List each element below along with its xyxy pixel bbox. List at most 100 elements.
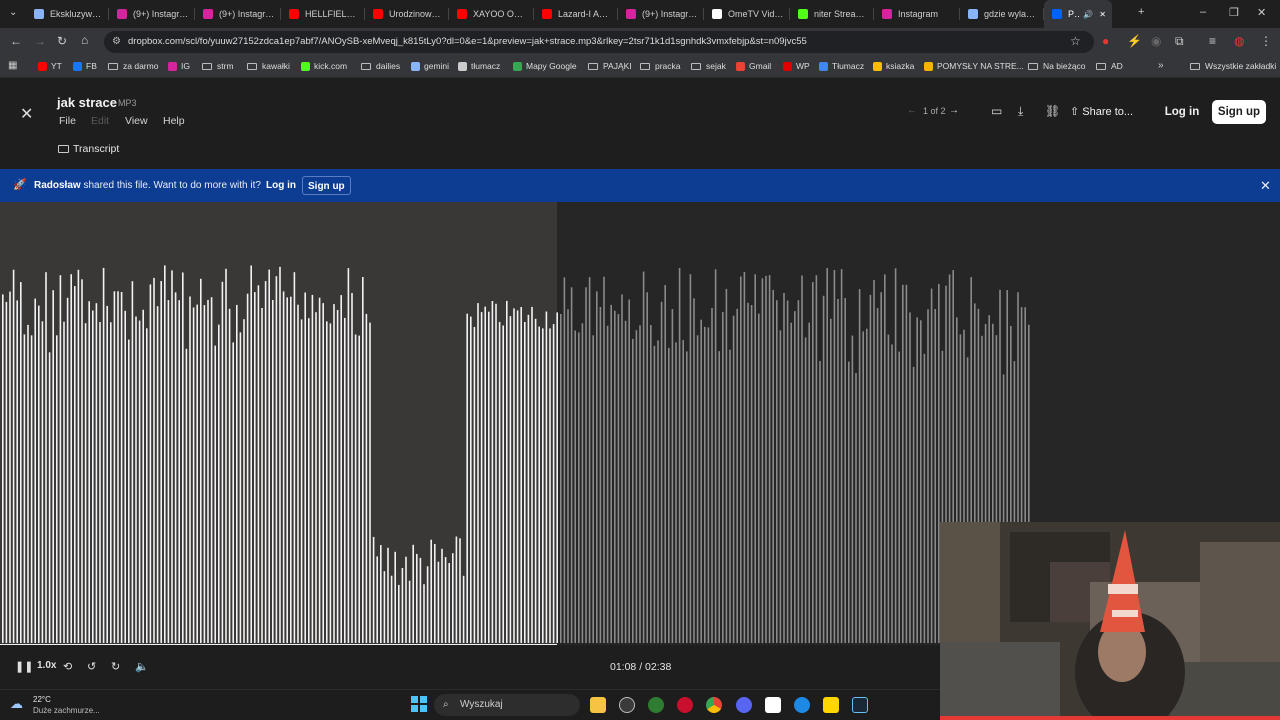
opera-icon[interactable] — [677, 697, 693, 713]
forward-icon[interactable]: → — [34, 34, 46, 48]
bookmark-item[interactable]: sejak — [691, 61, 726, 71]
waveform-bar — [758, 313, 760, 643]
volume-icon[interactable]: 🔈 — [135, 660, 149, 673]
start-icon[interactable] — [411, 696, 427, 712]
browser-tab[interactable]: Lazard-I Am Al — [534, 0, 618, 28]
vpn-shield-icon[interactable] — [648, 697, 664, 713]
banner-login-button[interactable]: Log in — [262, 176, 300, 195]
loop-icon[interactable]: ⟲ — [63, 660, 72, 673]
forward-10-icon[interactable]: ↻ — [111, 660, 120, 673]
pause-icon[interactable]: ❚❚ — [15, 660, 33, 673]
bookmark-item[interactable]: strm — [202, 61, 234, 71]
browser-tab[interactable]: Para –🔊 ✕ — [1044, 0, 1112, 28]
bookmark-item[interactable]: YT — [38, 61, 62, 71]
waveform-bar — [866, 328, 868, 643]
rewind-10-icon[interactable]: ↺ — [87, 660, 96, 673]
media-control-icon[interactable]: ≡ — [1209, 34, 1216, 48]
share-button[interactable]: ⇧ Share to... — [1070, 105, 1133, 118]
file-explorer-icon[interactable] — [590, 697, 606, 713]
home-icon[interactable]: ⌂ — [81, 33, 88, 47]
tab-close-icon[interactable]: ✕ — [1099, 10, 1106, 19]
browser-tab[interactable]: XAYOO OCENI — [449, 0, 534, 28]
bookmark-item[interactable]: IG — [168, 61, 190, 71]
browser-tab[interactable]: (9+) Instagram — [109, 0, 195, 28]
window-close-icon[interactable]: ✕ — [1257, 6, 1266, 19]
bookmark-item[interactable]: tłumacz — [458, 61, 500, 71]
sticky-notes-icon[interactable] — [823, 697, 839, 713]
browser-tab[interactable]: (9+) Instagram — [195, 0, 281, 28]
close-preview-icon[interactable]: ✕ — [20, 104, 33, 124]
browser-tab[interactable]: Ekskluzywne D — [26, 0, 109, 28]
chrome-icon[interactable] — [706, 697, 722, 713]
previous-file-icon[interactable]: ← — [907, 105, 917, 116]
waveform-bar — [779, 330, 782, 643]
browser-tab[interactable]: Instagram — [874, 0, 960, 28]
bookmark-item[interactable]: WP — [783, 61, 810, 71]
new-tab-icon[interactable]: + — [1138, 6, 1144, 18]
bookmark-star-icon[interactable]: ☆ — [1070, 34, 1081, 48]
extension-disabled-icon[interactable]: ◉ — [1151, 34, 1161, 48]
site-info-icon[interactable]: ⚙ — [112, 31, 121, 53]
browser-tab[interactable]: gdzie wylaczyc — [960, 0, 1044, 28]
bookmark-item[interactable]: FB — [73, 61, 97, 71]
more-bookmarks-icon[interactable]: » — [1158, 60, 1164, 71]
browser-tab[interactable]: Urodzinowy To — [365, 0, 449, 28]
minimize-icon[interactable]: – — [1200, 6, 1206, 18]
tab-audio-icon[interactable]: 🔊 — [1083, 10, 1093, 19]
banner-signup-button[interactable]: Sign up — [302, 176, 351, 195]
browser-tab[interactable]: HELLFIELD, MA — [281, 0, 365, 28]
login-button[interactable]: Log in — [1160, 100, 1204, 124]
bookmark-item[interactable]: kawałki — [247, 61, 290, 71]
comment-icon[interactable]: ▭ — [991, 104, 1002, 118]
back-icon[interactable]: ← — [10, 34, 22, 48]
extension-icon[interactable]: ⚡ — [1127, 34, 1142, 48]
weather-icon[interactable]: ☁ — [10, 696, 23, 712]
maximize-icon[interactable]: ❐ — [1229, 6, 1239, 19]
bookmark-item[interactable]: Mapy Google — [513, 61, 577, 71]
bookmark-item[interactable]: AD — [1096, 61, 1123, 71]
waveform-bar — [858, 289, 861, 643]
bookmark-item[interactable]: gemini — [411, 61, 449, 71]
next-file-icon[interactable]: → — [949, 105, 959, 116]
bookmark-item[interactable]: Na bieżąco — [1028, 61, 1086, 71]
extensions-puzzle-icon[interactable]: ⧉ — [1175, 34, 1184, 49]
signup-button[interactable]: Sign up — [1212, 100, 1266, 124]
browser-tab[interactable]: OmeTV Video — [704, 0, 790, 28]
capcut-icon[interactable] — [765, 697, 781, 713]
banner-close-icon[interactable]: ✕ — [1260, 178, 1271, 194]
browser-tab[interactable]: niter Stream - — [790, 0, 874, 28]
waveform-bar — [362, 277, 364, 643]
bookmark-item[interactable]: pracka — [640, 61, 681, 71]
tab-search-icon[interactable]: ⌄ — [9, 7, 17, 18]
playback-speed[interactable]: 1.0x — [37, 660, 56, 671]
bookmark-item[interactable]: ksiazka — [873, 61, 914, 71]
menu-edit[interactable]: Edit — [91, 115, 109, 127]
waveform-bar — [894, 268, 897, 643]
reload-icon[interactable]: ↻ — [57, 34, 67, 48]
all-bookmarks-folder[interactable]: Wszystkie zakładki — [1190, 61, 1276, 71]
copy-link-icon[interactable]: ⛓ — [1045, 104, 1060, 118]
bookmark-item[interactable]: kick.com — [301, 61, 347, 71]
bookmark-item[interactable]: PAJĄKI — [588, 61, 632, 71]
browser-menu-icon[interactable]: ⋮ — [1260, 34, 1272, 48]
download-icon[interactable]: ⤓ — [1018, 104, 1023, 119]
bookmark-item[interactable]: za darmo — [108, 61, 158, 71]
address-bar[interactable]: ⚙ dropbox.com/scl/fo/yuuw27152zdca1ep7ab… — [104, 31, 1094, 53]
apps-grid-icon[interactable]: ▦ — [8, 60, 17, 71]
menu-help[interactable]: Help — [163, 115, 185, 127]
steam-icon[interactable] — [852, 697, 868, 713]
menu-file[interactable]: File — [59, 115, 76, 127]
record-extension-icon[interactable]: ● — [1102, 34, 1109, 48]
profile-avatar-icon[interactable]: ◍ — [1234, 34, 1244, 48]
bookmark-item[interactable]: Tłumacz — [819, 61, 864, 71]
taskbar-search[interactable]: ⌕ Wyszukaj — [434, 694, 580, 716]
menu-view[interactable]: View — [125, 115, 148, 127]
discord-icon[interactable] — [736, 697, 752, 713]
bookmark-item[interactable]: Gmail — [736, 61, 771, 71]
bookmark-item[interactable]: POMYSŁY NA STRE... — [924, 61, 1024, 71]
browser-tab[interactable]: (9+) Instagram — [618, 0, 704, 28]
bookmark-item[interactable]: dailies — [361, 61, 400, 71]
media-app-icon[interactable] — [794, 697, 810, 713]
transcript-button[interactable]: Transcript — [58, 143, 119, 155]
app-icon[interactable] — [619, 697, 635, 713]
